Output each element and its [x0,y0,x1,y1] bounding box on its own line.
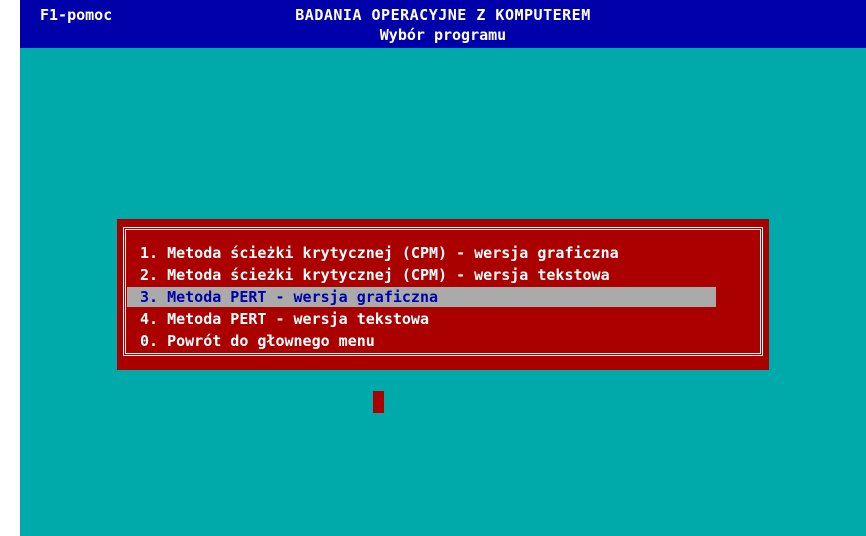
menu-item-label: 0. Powrót do głownego menu [140,332,375,350]
app-title: BADANIA OPERACYJNE Z KOMPUTEREM [295,6,591,24]
menu-item-label: 2. Metoda ścieżki krytycznej (CPM) - wer… [140,266,610,284]
menu-item-label: 3. Metoda PERT - wersja graficzna [140,288,439,306]
menu-item-pert-graphic[interactable]: 3. Metoda PERT - wersja graficzna [127,286,740,308]
program-menu: 1. Metoda ścieżki krytycznej (CPM) - wer… [127,242,740,352]
menu-item-label: 4. Metoda PERT - wersja tekstowa [140,310,429,328]
menu-item-cpm-text[interactable]: 2. Metoda ścieżki krytycznej (CPM) - wer… [140,264,740,286]
screen-subtitle: Wybór programu [379,26,507,44]
text-cursor [373,391,384,413]
title-bar: F1-pomoc BADANIA OPERACYJNE Z KOMPUTEREM… [20,0,866,48]
menu-item-back-to-main[interactable]: 0. Powrót do głownego menu [140,330,740,352]
menu-item-label: 1. Metoda ścieżki krytycznej (CPM) - wer… [140,244,619,262]
menu-item-cpm-graphic[interactable]: 1. Metoda ścieżki krytycznej (CPM) - wer… [140,242,740,264]
menu-item-pert-text[interactable]: 4. Metoda PERT - wersja tekstowa [140,308,740,330]
